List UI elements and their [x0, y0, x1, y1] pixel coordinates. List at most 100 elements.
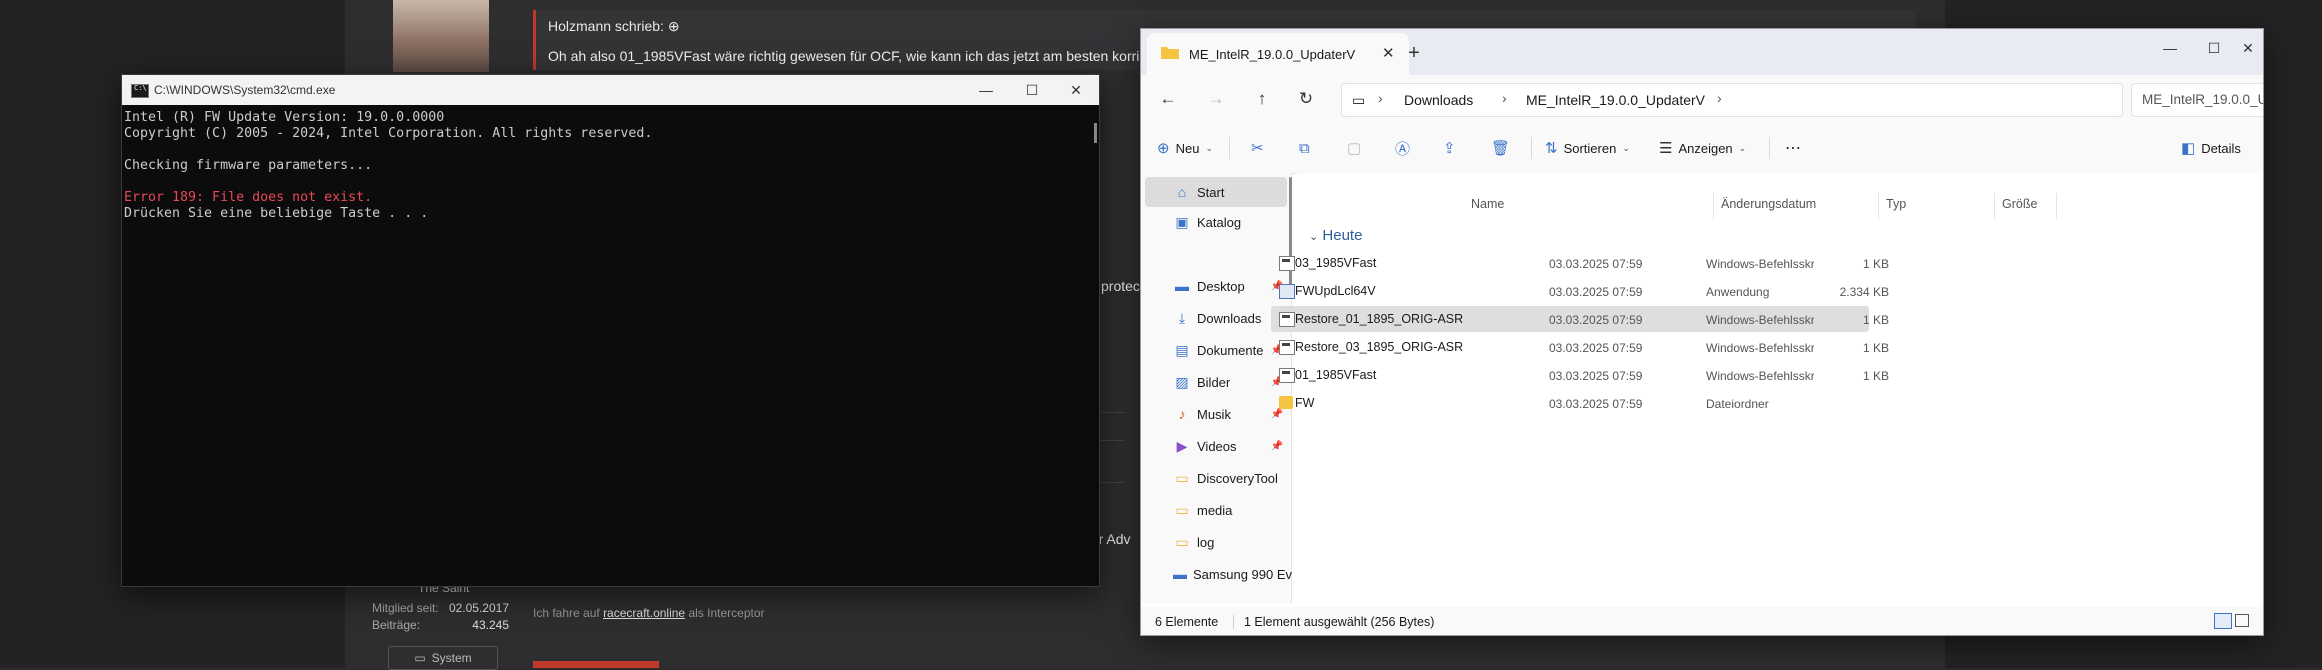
column-header-date[interactable]: Änderungsdatum — [1721, 197, 1816, 211]
nav-item-bilder[interactable]: ▨ Bilder 📌 — [1145, 367, 1287, 397]
more-options-icon[interactable]: ⋯ — [1785, 137, 1801, 159]
item-count: 6 Elemente — [1155, 615, 1219, 629]
pictures-icon: ▨ — [1175, 373, 1189, 390]
nav-item-musik[interactable]: ♪ Musik 📌 — [1145, 399, 1287, 429]
group-header-today[interactable]: ⌄ Heute — [1309, 227, 1362, 244]
minimize-button[interactable]: — — [963, 75, 1009, 105]
quote-text: Oh ah also 01_1985VFast wäre richtig gew… — [548, 48, 1205, 64]
file-row[interactable]: Restore_01_1895_ORIG-ASR 03.03.2025 07:59… — [1271, 306, 1889, 332]
nav-item-dokumente[interactable]: ▤ Dokumente 📌 — [1145, 335, 1287, 365]
drive-icon: ▬ — [1173, 566, 1187, 582]
cmd-scrollbar[interactable] — [1094, 123, 1097, 143]
chevron-right-icon[interactable]: › — [1502, 90, 1507, 106]
posts-value: 43.245 — [472, 618, 509, 632]
explorer-window[interactable]: ME_IntelR_19.0.0_UpdaterV ✕ + — ☐ ✕ ← → … — [1140, 28, 2264, 636]
sort-button[interactable]: ⇅ Sortieren ⌄ — [1545, 137, 1630, 159]
home-icon: ⌂ — [1177, 184, 1187, 200]
cmd-titlebar[interactable]: C:\ C:\WINDOWS\System32\cmd.exe — ☐ ✕ — [122, 75, 1099, 105]
column-divider[interactable] — [2056, 193, 2057, 219]
nav-item-label: Start — [1197, 184, 1225, 200]
details-view-icon[interactable] — [2214, 613, 2232, 629]
rename-icon[interactable]: Ⓐ — [1395, 137, 1410, 159]
nav-item-downloads[interactable]: ⤓Downloads📌 — [1145, 303, 1287, 333]
system-button[interactable]: ▭ System — [388, 646, 498, 670]
new-button[interactable]: ⊕ Neu ⌄ — [1157, 137, 1213, 159]
new-button-label: Neu — [1175, 140, 1200, 156]
share-icon[interactable]: ⇪ — [1443, 137, 1456, 159]
details-pane-button[interactable]: ◧ Details — [2181, 137, 2241, 159]
view-button[interactable]: ☰ Anzeigen ⌄ — [1659, 137, 1746, 159]
cmd-window[interactable]: C:\ C:\WINDOWS\System32\cmd.exe — ☐ ✕ In… — [121, 74, 1100, 587]
forum-red-button[interactable] — [533, 661, 659, 668]
column-header-type[interactable]: Typ — [1886, 197, 1906, 211]
breadcrumb-downloads[interactable]: Downloads — [1404, 92, 1473, 108]
nav-item-start[interactable]: ⌂ Start — [1145, 177, 1287, 207]
file-row[interactable]: 03_1985VFast 03.03.2025 07:59 Windows-Befe… — [1271, 250, 1889, 276]
file-name: Restore_03_1895_ORIG-ASR — [1295, 340, 1464, 354]
posts-label: Beiträge: — [372, 618, 421, 632]
chevron-down-icon: ⌄ — [1205, 142, 1213, 153]
signature-link[interactable]: racecraft.online — [603, 606, 685, 620]
delete-icon[interactable]: 🗑 — [1491, 137, 1510, 159]
tab-title: ME_IntelR_19.0.0_UpdaterV — [1189, 47, 1356, 62]
signature-prefix: Ich fahre auf — [533, 606, 600, 620]
column-header-name[interactable]: Name — [1471, 197, 1504, 211]
column-divider[interactable] — [1994, 193, 1995, 219]
address-bar[interactable]: ▭ › Downloads › ME_IntelR_19.0.0_Updater… — [1341, 83, 2123, 117]
maximize-button[interactable]: ☐ — [1009, 75, 1055, 105]
cut-icon[interactable]: ✂ — [1251, 137, 1264, 159]
nav-item-media[interactable]: ▭ media — [1145, 495, 1287, 525]
file-date: 03.03.2025 07:59 — [1549, 397, 1643, 411]
script-file-icon — [1279, 256, 1295, 271]
search-input[interactable]: ME_IntelR_19.0.0_UpdaterV durchsuchen ⌕ — [2131, 83, 2264, 117]
file-row[interactable]: 01_1985VFast 03.03.2025 07:59 Windows-Befe… — [1271, 362, 1889, 388]
pc-icon[interactable]: ▭ — [1352, 92, 1365, 109]
details-pane-icon: ◧ — [2181, 140, 2196, 157]
nav-item-desktop[interactable]: ▬ Desktop 📌 — [1145, 271, 1287, 301]
nav-item-label: Desktop — [1197, 278, 1245, 294]
nav-item-label: Downloads — [1197, 310, 1262, 326]
tiles-view-icon[interactable] — [2235, 614, 2249, 627]
paste-icon[interactable]: ▢ — [1347, 137, 1361, 159]
column-divider[interactable] — [1713, 193, 1714, 219]
pin-icon[interactable]: 📌 — [1271, 441, 1283, 452]
file-list-area[interactable]: Name Änderungsdatum Typ Größe ⌄ Heute 03… — [1271, 173, 2263, 603]
nav-item-log[interactable]: ▭ log — [1145, 527, 1287, 557]
console-icon: C:\ — [131, 84, 149, 98]
back-arrow-icon[interactable]: ← — [1153, 85, 1183, 113]
quote-author[interactable]: Holzmann schrieb: ⊕ — [548, 18, 680, 35]
up-arrow-icon[interactable]: ↑ — [1247, 85, 1277, 113]
column-divider[interactable] — [1878, 193, 1879, 219]
cmd-output-line: Checking firmware parameters... — [124, 158, 373, 173]
forward-arrow-icon[interactable]: → — [1201, 85, 1231, 113]
explorer-tab[interactable]: ME_IntelR_19.0.0_UpdaterV ✕ — [1147, 33, 1409, 75]
forum-avatar[interactable] — [393, 0, 489, 72]
file-row[interactable]: FWUpdLcl64V 03.03.2025 07:59 Anwendung 2.33… — [1271, 278, 1889, 304]
close-button[interactable]: ✕ — [1053, 75, 1099, 105]
chevron-right-icon[interactable]: › — [1378, 90, 1383, 106]
member-since-label: Mitglied seit: — [372, 601, 439, 615]
application-icon — [1279, 284, 1295, 299]
file-row[interactable]: Restore_03_1895_ORIG-ASR 03.03.2025 07:59… — [1271, 334, 1889, 360]
column-header-size[interactable]: Größe — [2002, 197, 2037, 211]
file-row[interactable]: FW 03.03.2025 07:59 Dateiordner — [1271, 390, 1869, 416]
nav-item-katalog[interactable]: ▣ Katalog — [1145, 207, 1287, 237]
copy-icon[interactable]: ⧉ — [1299, 137, 1310, 159]
chevron-down-icon: ⌄ — [1309, 231, 1319, 243]
cmd-output[interactable]: Intel (R) FW Update Version: 19.0.0.0000… — [122, 106, 1082, 586]
breadcrumb-current-folder[interactable]: ME_IntelR_19.0.0_UpdaterV — [1526, 92, 1705, 108]
search-placeholder: ME_IntelR_19.0.0_UpdaterV durchsuchen — [2142, 92, 2264, 107]
nav-item-videos[interactable]: ▶ Videos 📌 — [1145, 431, 1287, 461]
cmd-output-line — [124, 174, 1082, 190]
cmd-output-line: Intel (R) FW Update Version: 19.0.0.0000 — [124, 110, 445, 125]
cmd-output-line: Drücken Sie eine beliebige Taste . . . — [124, 206, 429, 221]
nav-item-discoverytool[interactable]: ▭ DiscoveryTool — [1145, 463, 1287, 493]
file-type: Anwendung — [1706, 285, 1770, 299]
tab-close-icon[interactable]: ✕ — [1382, 44, 1395, 62]
nav-item-samsung-990-ev[interactable]: ▬ Samsung 990 Ev — [1145, 559, 1292, 589]
refresh-icon[interactable]: ↻ — [1291, 85, 1321, 113]
minimize-button[interactable]: — — [2147, 33, 2193, 63]
close-button[interactable]: ✕ — [2225, 33, 2263, 63]
chevron-right-icon[interactable]: › — [1717, 90, 1722, 106]
new-tab-button[interactable]: + — [1399, 38, 1429, 68]
